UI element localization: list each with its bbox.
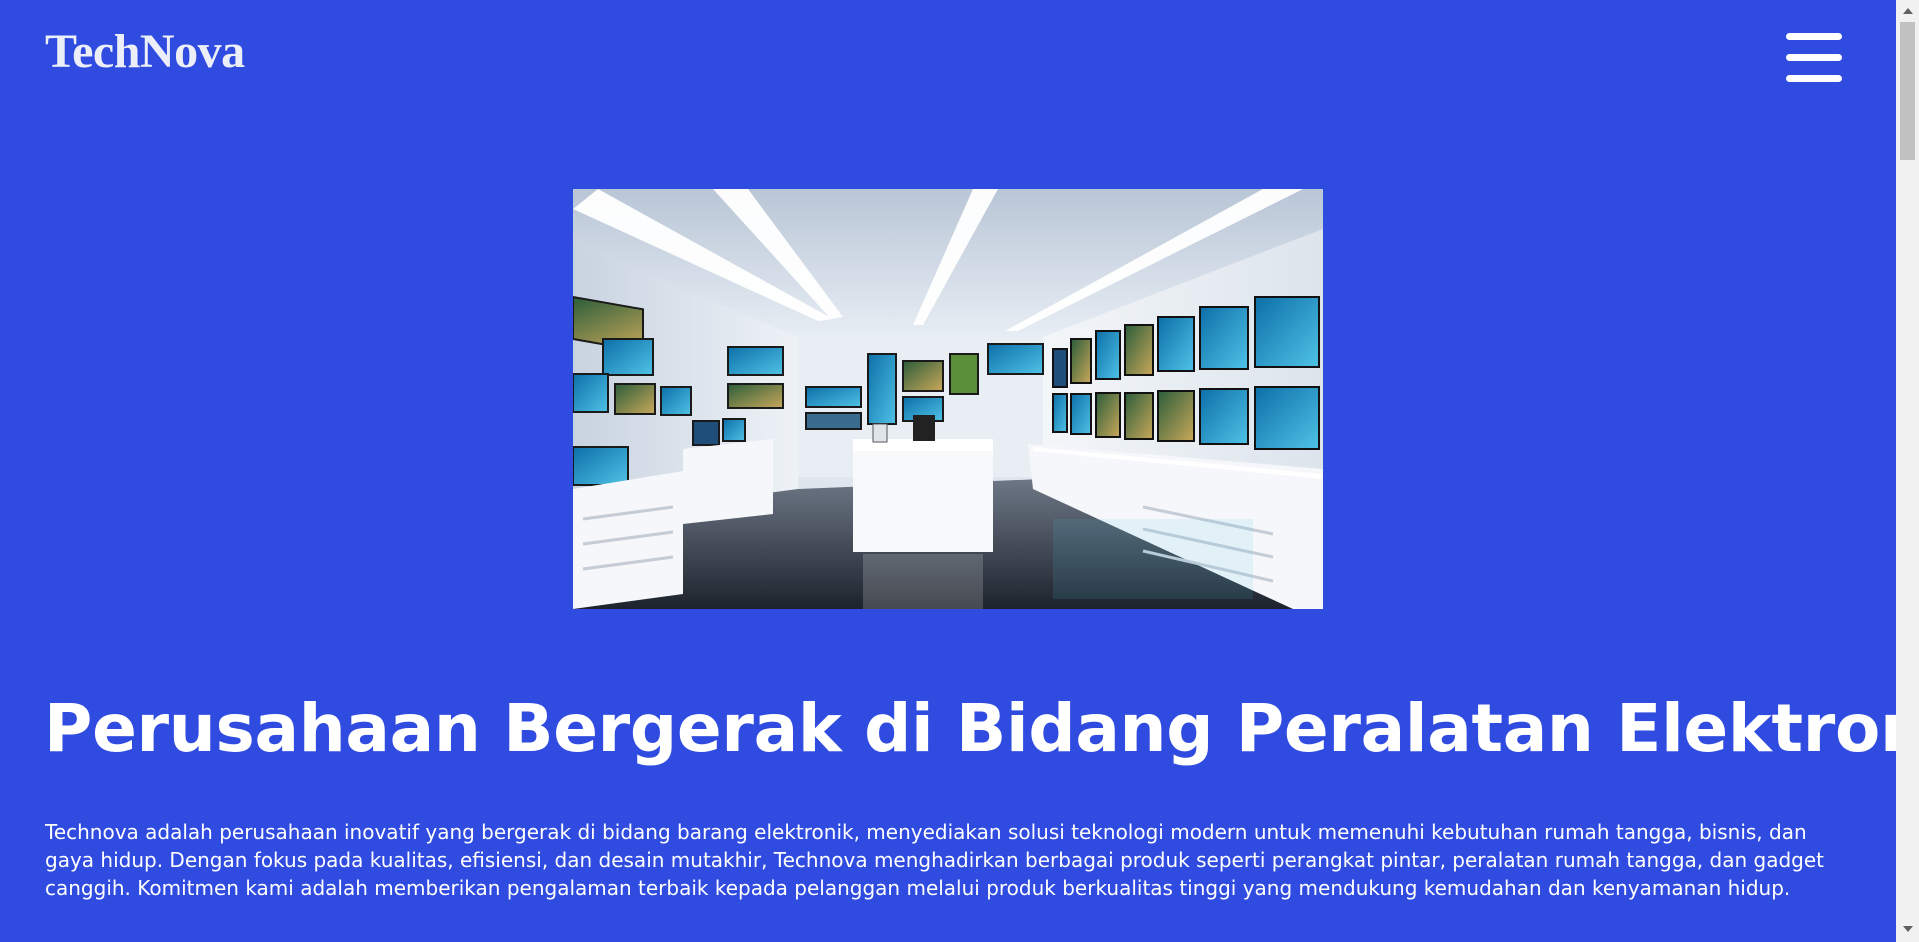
vertical-scrollbar[interactable] — [1896, 0, 1919, 942]
page-heading: Perusahaan Bergerak di Bidang Peralatan … — [44, 690, 1919, 767]
menu-bar-middle — [1786, 54, 1842, 61]
menu-bar-top — [1786, 33, 1842, 40]
scroll-up-icon[interactable] — [1903, 8, 1913, 14]
brand-logo[interactable]: TechNova — [45, 22, 245, 82]
company-description: Technova adalah perusahaan inovatif yang… — [45, 820, 1824, 900]
hero-image — [573, 189, 1323, 609]
scroll-down-icon[interactable] — [1903, 926, 1913, 932]
store-photo — [573, 189, 1323, 609]
scrollbar-thumb[interactable] — [1900, 22, 1915, 160]
hamburger-menu-icon[interactable] — [1786, 33, 1842, 83]
page: TechNova Perusahaan Bergerak di Bidang P… — [0, 0, 1919, 942]
menu-bar-bottom — [1786, 75, 1842, 82]
